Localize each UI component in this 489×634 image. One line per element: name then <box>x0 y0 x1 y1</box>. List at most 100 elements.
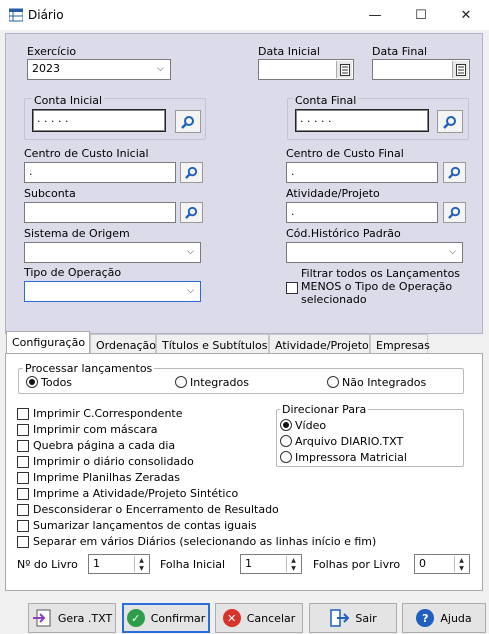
tab-empresas[interactable]: Empresas <box>370 334 430 354</box>
close-button[interactable]: ✕ <box>443 0 489 30</box>
data-final-field[interactable] <box>372 59 470 80</box>
cc-inicial-field[interactable]: . <box>24 162 176 183</box>
chevron-down-icon: ⌵ <box>187 286 194 296</box>
minimize-button[interactable]: — <box>352 0 398 30</box>
cancelar-button[interactable]: ✕ Cancelar <box>215 603 303 633</box>
direcionar-video-label: Vídeo <box>295 419 327 432</box>
subconta-search-button[interactable] <box>180 202 203 223</box>
folha-inicial-stepper[interactable]: 1 ▲ ▼ <box>240 554 302 574</box>
window-title: Diário <box>28 8 64 22</box>
opt-checkbox[interactable] <box>17 440 29 452</box>
conta-inicial-search-button[interactable] <box>175 110 201 133</box>
folhas-por-livro-value: 0 <box>419 557 426 570</box>
direcionar-arquivo-radio[interactable] <box>280 435 292 447</box>
confirmar-button[interactable]: ✓ Confirmar <box>122 603 210 633</box>
spin-down-icon[interactable]: ▼ <box>455 564 468 572</box>
direcionar-impressora-radio[interactable] <box>280 451 292 463</box>
atividade-search-button[interactable] <box>443 202 466 223</box>
chevron-down-icon: ⌵ <box>449 247 456 257</box>
calendar-icon[interactable] <box>452 61 468 78</box>
processar-nao-integrados-radio[interactable] <box>327 376 339 388</box>
direcionar-impressora-label: Impressora Matricial <box>295 451 407 464</box>
processar-nao-integrados-label: Não Integrados <box>342 376 427 389</box>
minimize-icon: — <box>368 7 382 23</box>
spin-up-icon[interactable]: ▲ <box>135 556 148 564</box>
opt-label: Separar em vários Diários (selecionando … <box>33 535 377 548</box>
tab-atividade-projeto[interactable]: Atividade/Projeto <box>269 334 370 354</box>
num-livro-value: 1 <box>93 557 100 570</box>
processar-title: Processar lançamentos <box>23 362 155 375</box>
chevron-down-icon: ⌵ <box>187 247 194 257</box>
exit-door-icon <box>330 609 350 627</box>
cc-inicial-value: . <box>29 165 33 178</box>
maximize-button[interactable]: ☐ <box>398 0 444 30</box>
direcionar-video-radio[interactable] <box>280 419 292 431</box>
conta-inicial-field[interactable]: . . . . . <box>32 109 166 132</box>
processar-integrados-radio[interactable] <box>175 376 187 388</box>
sistema-origem-label: Sistema de Origem <box>24 227 130 240</box>
conta-final-label: Conta Final <box>293 94 359 107</box>
filtrar-checkbox[interactable] <box>286 282 298 294</box>
spin-up-icon[interactable]: ▲ <box>287 556 300 564</box>
num-livro-stepper[interactable]: 1 ▲ ▼ <box>88 554 150 574</box>
search-icon <box>443 115 456 129</box>
opt-label: Imprimir com máscara <box>33 423 158 436</box>
folhas-por-livro-stepper[interactable]: 0 ▲ ▼ <box>414 554 470 574</box>
subconta-field[interactable] <box>24 202 176 223</box>
cancelar-label: Cancelar <box>246 611 296 625</box>
gera-txt-label: Gera .TXT <box>57 611 113 625</box>
opt-checkbox[interactable] <box>17 408 29 420</box>
opt-checkbox[interactable] <box>17 536 29 548</box>
processar-integrados-label: Integrados <box>190 376 249 389</box>
spin-down-icon[interactable]: ▼ <box>287 564 300 572</box>
calendar-icon[interactable] <box>336 61 352 78</box>
opt-checkbox[interactable] <box>17 424 29 436</box>
atividade-value: . <box>291 205 295 218</box>
filtrar-label-line3: selecionado <box>301 293 367 306</box>
opt-checkbox[interactable] <box>17 520 29 532</box>
data-inicial-label: Data Inicial <box>258 45 320 58</box>
gera-txt-button[interactable]: Gera .TXT <box>28 603 116 633</box>
spin-up-icon[interactable]: ▲ <box>455 556 468 564</box>
opt-checkbox[interactable] <box>17 472 29 484</box>
folha-inicial-label: Folha Inicial <box>160 558 226 571</box>
tab-label: Configuração <box>12 336 86 349</box>
sistema-origem-select[interactable]: ⌵ <box>24 242 201 263</box>
tab-titulos[interactable]: Títulos e Subtítulos <box>156 334 269 354</box>
check-icon: ✓ <box>126 609 145 627</box>
cod-historico-select[interactable]: ⌵ <box>286 242 463 263</box>
cc-final-field[interactable]: . <box>286 162 438 183</box>
spin-down-icon[interactable]: ▼ <box>135 564 148 572</box>
exercicio-label: Exercício <box>27 45 77 58</box>
opt-label: Imprimir C.Correspondente <box>33 407 183 420</box>
direcionar-title: Direcionar Para <box>280 403 369 416</box>
opt-checkbox[interactable] <box>17 488 29 500</box>
conta-final-search-button[interactable] <box>437 110 463 133</box>
tab-configuracao[interactable]: Configuração <box>6 331 90 354</box>
ajuda-button[interactable]: ? Ajuda <box>402 603 486 633</box>
conta-inicial-label: Conta Inicial <box>32 94 105 107</box>
opt-label: Imprimir o diário consolidado <box>33 455 194 468</box>
direcionar-arquivo-label: Arquivo DIARIO.TXT <box>295 435 404 448</box>
tab-ordenacao[interactable]: Ordenação <box>90 334 156 354</box>
conta-final-field[interactable]: . . . . . <box>295 109 429 132</box>
opt-checkbox[interactable] <box>17 456 29 468</box>
cc-inicial-label: Centro de Custo Inicial <box>24 147 149 160</box>
maximize-icon: ☐ <box>415 7 427 23</box>
folha-inicial-value: 1 <box>245 557 252 570</box>
filtrar-label-line1: Filtrar todos os Lançamentos <box>301 267 461 280</box>
chevron-down-icon: ⌵ <box>157 64 164 74</box>
tab-label: Ordenação <box>96 339 156 352</box>
tab-label: Títulos e Subtítulos <box>162 339 268 352</box>
processar-todos-radio[interactable] <box>26 376 38 388</box>
atividade-field[interactable]: . <box>286 202 438 223</box>
cc-inicial-search-button[interactable] <box>180 162 203 183</box>
cc-final-search-button[interactable] <box>443 162 466 183</box>
exercicio-select[interactable]: 2023 ⌵ <box>27 59 171 80</box>
tipo-operacao-select[interactable]: ⌵ <box>24 281 201 302</box>
opt-checkbox[interactable] <box>17 504 29 516</box>
data-inicial-field[interactable] <box>258 59 354 80</box>
search-icon <box>181 115 194 129</box>
sair-button[interactable]: Sair <box>309 603 397 633</box>
search-icon <box>448 166 461 179</box>
